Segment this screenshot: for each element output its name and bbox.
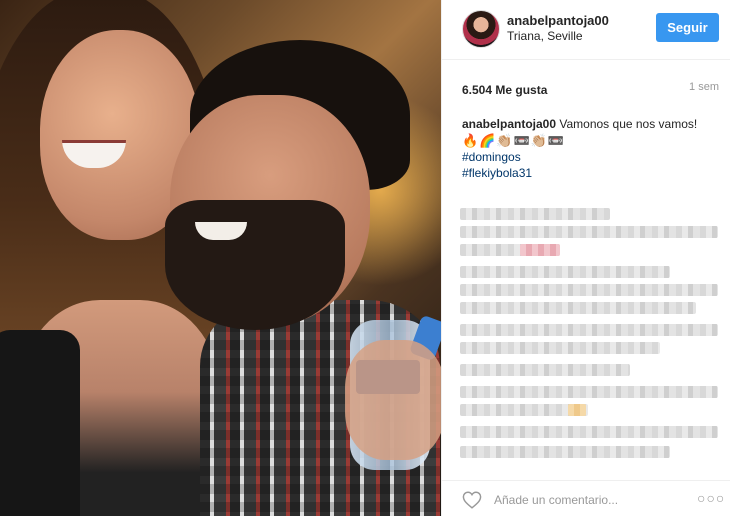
blurred-comment: [460, 342, 660, 354]
hashtag-link[interactable]: #flekiybola31: [462, 165, 722, 181]
follow-button[interactable]: Seguir: [656, 13, 719, 42]
leather-jacket: [0, 330, 80, 516]
blurred-comment: [460, 386, 718, 398]
blurred-comment: [568, 404, 586, 416]
post-sidebar: anabelpantoja00 Triana, Seville Seguir 6…: [441, 0, 730, 516]
hand: [345, 340, 441, 460]
more-options-icon[interactable]: ○○○: [697, 490, 725, 506]
caption: anabelpantoja00 Vamonos que nos vamos! 🔥…: [462, 116, 722, 181]
man-beard: [165, 200, 345, 330]
caption-text: Vamonos que nos vamos!: [559, 117, 698, 131]
comment-bar: ○○○: [442, 480, 730, 516]
post-header: anabelpantoja00 Triana, Seville Seguir: [442, 0, 730, 60]
blurred-comment: [460, 302, 696, 314]
user-avatar[interactable]: [462, 10, 500, 48]
likes-row: 6.504 Me gusta 1 sem: [462, 81, 719, 99]
heart-icon[interactable]: [462, 491, 482, 509]
hashtag-link[interactable]: #domingos: [462, 149, 722, 165]
blurred-comment: [460, 364, 630, 376]
blurred-comment: [520, 244, 560, 256]
location-link[interactable]: Triana, Seville: [507, 29, 583, 43]
post-time[interactable]: 1 sem: [689, 81, 719, 93]
blurred-comment: [460, 226, 718, 238]
likes-count[interactable]: 6.504 Me gusta: [462, 83, 547, 97]
blurred-comment: [460, 284, 718, 296]
blurred-comment: [460, 208, 610, 220]
comment-input[interactable]: [494, 491, 684, 509]
blurred-comment: [460, 324, 718, 336]
post-photo[interactable]: [0, 0, 441, 516]
blurred-comment: [460, 266, 670, 278]
caption-emojis: 🔥🌈👏🏼📼👏🏼📼: [462, 133, 566, 148]
blurred-comment: [460, 446, 670, 458]
username-link[interactable]: anabelpantoja00: [507, 13, 609, 28]
blurred-comment: [460, 426, 718, 438]
caption-username[interactable]: anabelpantoja00: [462, 117, 556, 131]
pixelated-comments: [460, 200, 722, 472]
